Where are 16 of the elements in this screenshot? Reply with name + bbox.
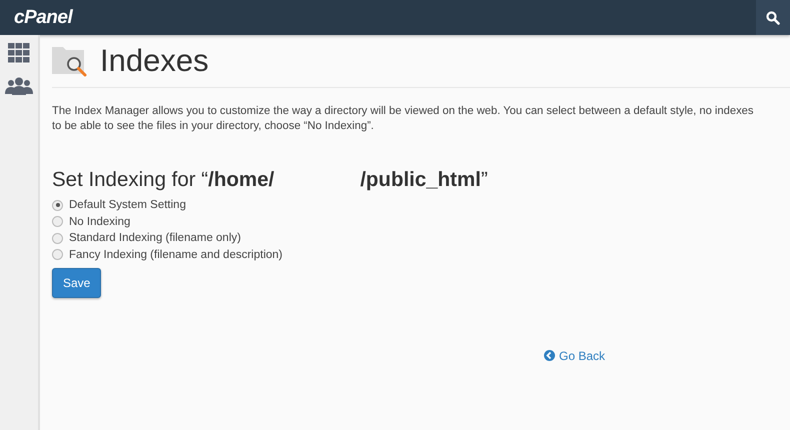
cpanel-logo: cPanel [14,6,72,28]
search-button[interactable] [756,0,790,35]
grid-icon[interactable] [8,43,30,63]
radio-option[interactable]: Default System Setting [52,198,790,212]
users-icon[interactable] [5,77,33,95]
description-text: to be able to see the files in your directory, choose “No Indexing”. [52,119,375,134]
radio-option[interactable]: No Indexing [52,214,790,229]
page-title: Indexes [100,43,209,79]
radio-option[interactable]: Standard Indexing (filename only) [52,231,790,246]
go-back-link[interactable]: Go Back [544,348,606,362]
search-icon [766,10,780,24]
radio-option[interactable]: Fancy Indexing (filename and description) [52,248,790,262]
save-button[interactable]: Save [52,268,102,298]
description-text: The Index Manager allows you to customize the way a directory will be viewed on the web. You can select between a default style, no indexes [52,104,754,119]
section-heading: /public_html” [360,168,488,192]
section-heading: Set Indexing for “/home/ [52,168,274,192]
